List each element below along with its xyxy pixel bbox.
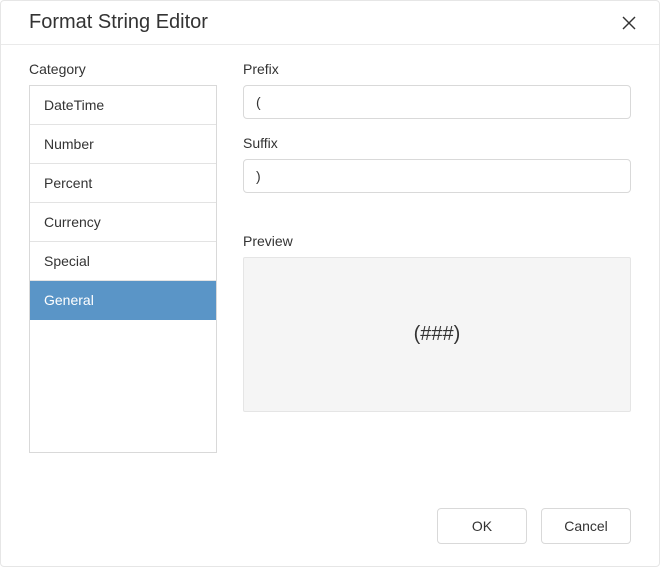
settings-column: Prefix Suffix Preview (###): [243, 61, 631, 490]
category-item-special[interactable]: Special: [30, 242, 216, 281]
close-icon: [622, 16, 636, 30]
category-item-datetime[interactable]: DateTime: [30, 86, 216, 125]
suffix-input[interactable]: [243, 159, 631, 193]
prefix-label: Prefix: [243, 61, 631, 77]
category-item-number[interactable]: Number: [30, 125, 216, 164]
preview-box: (###): [243, 257, 631, 412]
spacer: [243, 209, 631, 233]
category-item-percent[interactable]: Percent: [30, 164, 216, 203]
preview-label: Preview: [243, 233, 631, 249]
ok-button[interactable]: OK: [437, 508, 527, 544]
prefix-group: Prefix: [243, 61, 631, 119]
suffix-group: Suffix: [243, 135, 631, 193]
category-list[interactable]: DateTime Number Percent Currency Special…: [29, 85, 217, 453]
category-column: Category DateTime Number Percent Currenc…: [29, 61, 217, 490]
preview-value: (###): [414, 323, 461, 346]
dialog-body: Category DateTime Number Percent Currenc…: [1, 45, 659, 490]
category-item-general[interactable]: General: [30, 281, 216, 320]
category-item-currency[interactable]: Currency: [30, 203, 216, 242]
dialog-header: Format String Editor: [1, 1, 659, 45]
dialog-footer: OK Cancel: [1, 490, 659, 566]
cancel-button[interactable]: Cancel: [541, 508, 631, 544]
suffix-label: Suffix: [243, 135, 631, 151]
category-label: Category: [29, 61, 217, 77]
format-string-editor-dialog: Format String Editor Category DateTime N…: [0, 0, 660, 567]
close-button[interactable]: [619, 13, 639, 33]
prefix-input[interactable]: [243, 85, 631, 119]
dialog-title: Format String Editor: [29, 11, 208, 34]
